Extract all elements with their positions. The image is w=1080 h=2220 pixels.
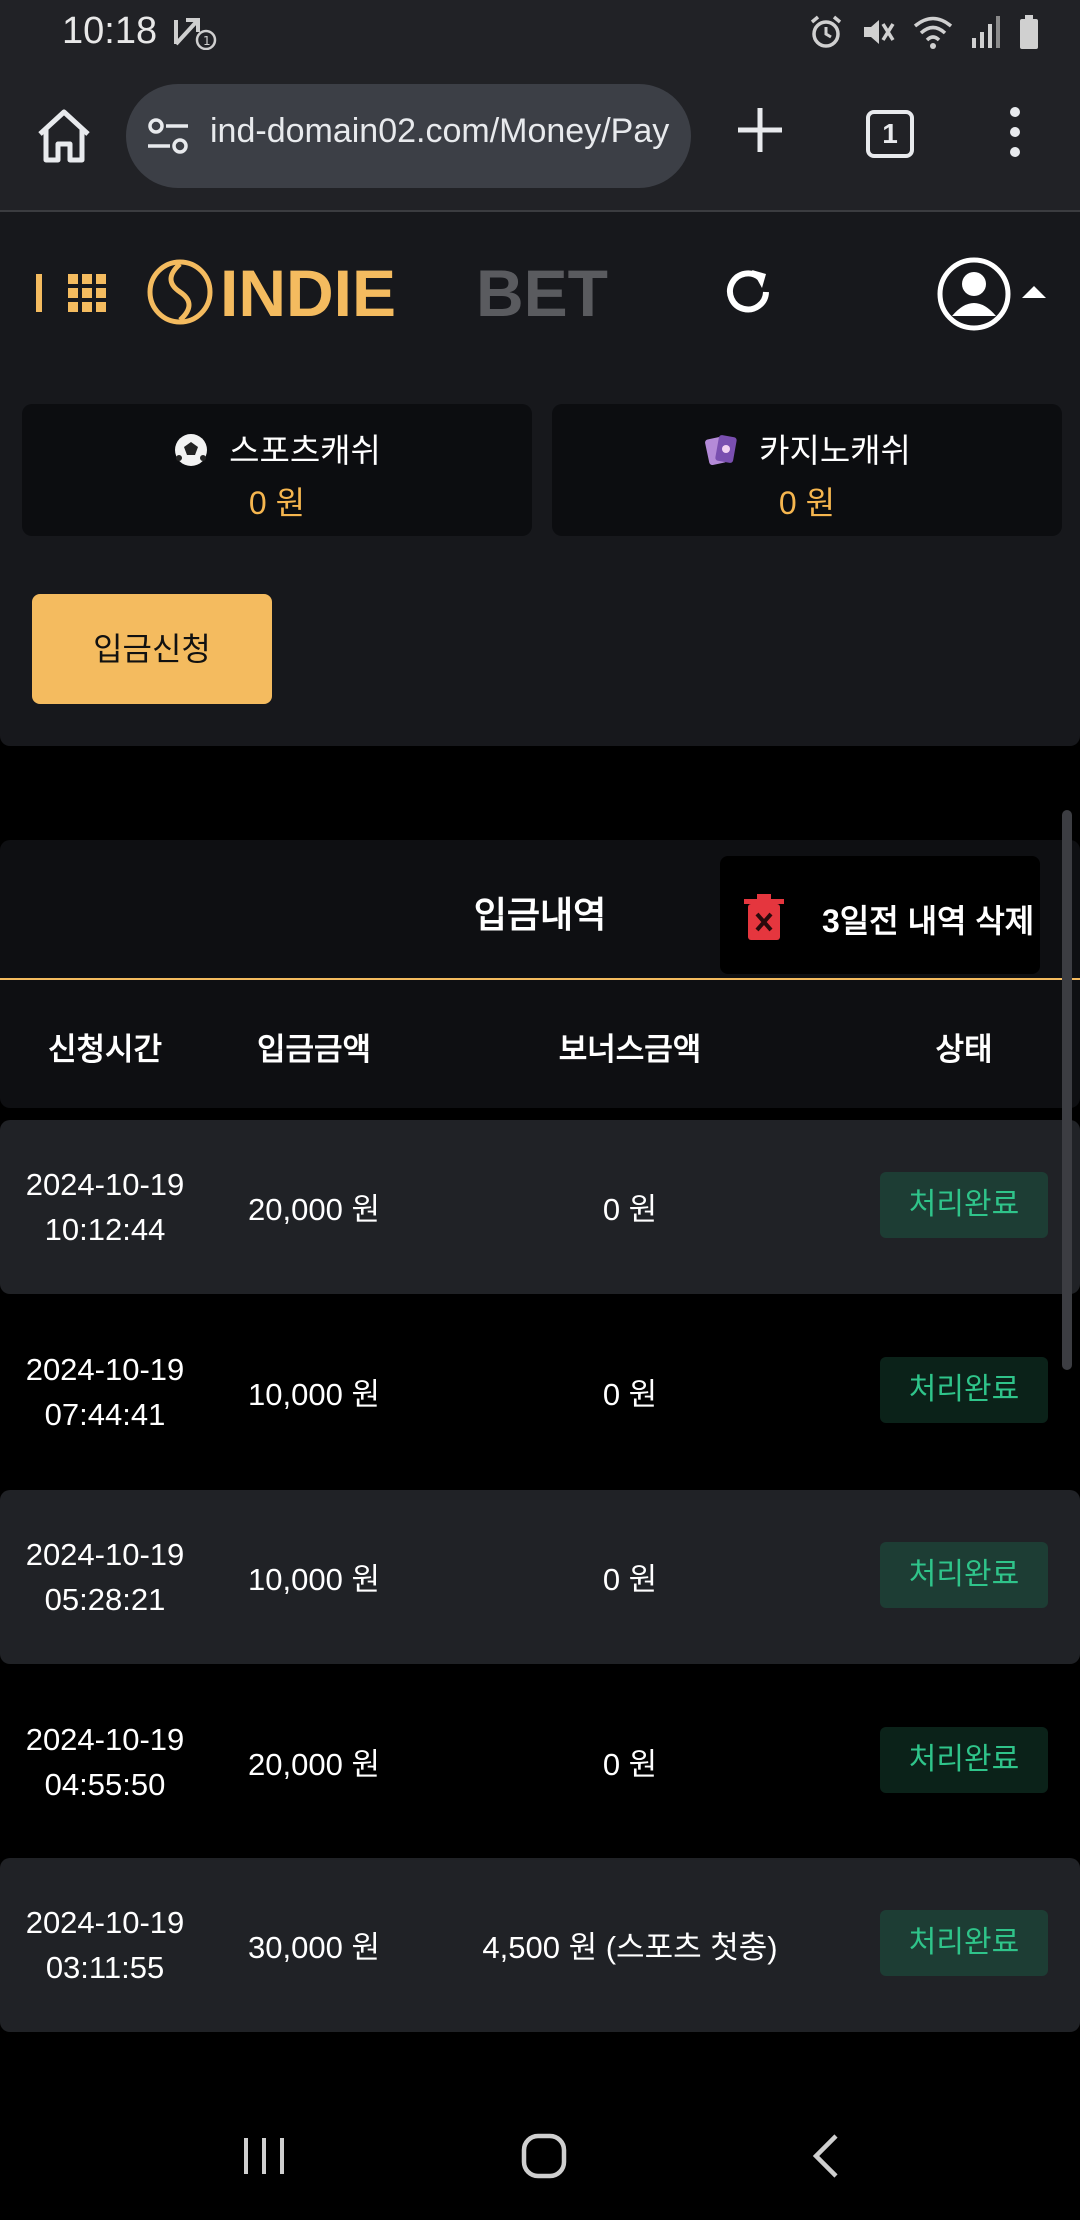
status-badge: 처리완료: [880, 1727, 1048, 1793]
status-badge: 처리완료: [880, 1357, 1048, 1423]
mute-icon: [864, 20, 895, 44]
row-deposit-amount: 30,000 원: [248, 1930, 380, 1965]
row-bonus-amount: 0 원: [602, 1377, 658, 1412]
row-date: 2024-10-19: [25, 1352, 185, 1387]
row-deposit-amount: 10,000 원: [248, 1562, 380, 1597]
row-time: 07:44:41: [44, 1397, 166, 1432]
site-settings-icon[interactable]: [146, 116, 190, 156]
status-icons: [808, 12, 1040, 52]
trash-icon: [744, 894, 784, 940]
row-deposit-amount: 20,000 원: [248, 1747, 380, 1782]
logo-text-bet: BET: [476, 256, 608, 328]
row-date: 2024-10-19: [25, 1167, 185, 1202]
new-tab-icon[interactable]: [734, 104, 786, 156]
row-bonus-amount: 0 원: [602, 1747, 658, 1782]
column-bonus-amount: 보너스금액: [558, 1032, 702, 1067]
table-row: 2024-10-19 03:11:55 30,000 원 4,500 원 (스포츠…: [0, 1858, 1080, 2032]
delete-old-history-button[interactable]: 3일전 내역 삭제: [720, 856, 1040, 974]
tab-switcher-button[interactable]: 1: [866, 110, 914, 158]
table-row: 2024-10-19 07:44:41 10,000 원 0 원 처리완료: [0, 1305, 1080, 1479]
row-bonus-amount: 0 원: [602, 1562, 658, 1597]
casino-cash-label: 카지노캐쉬: [759, 432, 911, 469]
history-column-headers: 신청시간 입금금액 보너스금액 상태: [0, 980, 1080, 1108]
deposit-request-button[interactable]: 입금신청: [32, 594, 272, 704]
url-text: ind-domain02.com/Money/Pay: [210, 112, 670, 150]
alarm-icon: [810, 15, 842, 48]
playing-cards-icon: [705, 435, 737, 466]
column-deposit-amount: 입금금액: [256, 1032, 372, 1067]
browser-toolbar: ind-domain02.com/Money/Pay 1: [0, 64, 1080, 212]
status-time: 10:18: [62, 10, 158, 52]
table-row: 2024-10-19 04:55:50 20,000 원 0 원 처리완료: [0, 1675, 1080, 1849]
recent-apps-icon[interactable]: [240, 2134, 288, 2178]
status-bar: 10:18 1: [0, 0, 1080, 64]
row-date: 2024-10-19: [25, 1722, 185, 1757]
table-row: 2024-10-19 05:28:21 10,000 원 0 원 처리완료: [0, 1490, 1080, 1664]
row-date: 2024-10-19: [25, 1537, 185, 1572]
nav-home-icon[interactable]: [520, 2132, 568, 2180]
battery-icon: [1020, 15, 1038, 49]
delete-old-history-label: 3일전 내역 삭제: [822, 903, 1035, 939]
sports-cash-amount: 0 원: [248, 485, 306, 521]
refresh-icon[interactable]: [722, 266, 774, 318]
casino-cash-amount: 0 원: [778, 485, 836, 521]
row-time: 05:28:21: [44, 1582, 166, 1617]
site-logo[interactable]: INDIE BET: [146, 256, 666, 330]
row-deposit-amount: 20,000 원: [248, 1192, 380, 1227]
status-badge: 처리완료: [880, 1910, 1048, 1976]
row-date: 2024-10-19: [25, 1905, 185, 1940]
deposit-panel: 입금신청: [0, 570, 1080, 746]
column-status: 상태: [935, 1032, 993, 1067]
home-icon[interactable]: [32, 104, 96, 168]
profile-avatar-icon[interactable]: [936, 256, 1048, 332]
status-badge: 처리완료: [880, 1172, 1048, 1238]
site-header: INDIE BET 스포츠캐쉬 0 원 카지노캐쉬 0 원: [0, 212, 1080, 570]
row-bonus-amount: 4,500 원 (스포츠 첫충): [482, 1930, 778, 1965]
back-icon[interactable]: [808, 2132, 844, 2180]
sports-cash-label: 스포츠캐쉬: [229, 432, 381, 469]
row-deposit-amount: 10,000 원: [248, 1377, 380, 1412]
row-time: 10:12:44: [44, 1212, 166, 1247]
row-time: 03:11:55: [45, 1950, 165, 1985]
row-bonus-amount: 0 원: [602, 1192, 658, 1227]
sports-cash-card: 스포츠캐쉬 0 원: [22, 404, 532, 536]
soccer-ball-icon: [175, 434, 208, 466]
system-nav-bar: [0, 2090, 1080, 2220]
signal-icon: [972, 16, 1000, 48]
casino-cash-card: 카지노캐쉬 0 원: [552, 404, 1062, 536]
page-scrollbar[interactable]: [1062, 810, 1072, 1370]
more-menu-icon[interactable]: [1000, 102, 1030, 162]
row-time: 04:55:50: [44, 1767, 166, 1802]
missed-call-icon: 1: [174, 18, 217, 50]
deposit-history-header: 입금내역 3일전 내역 삭제: [0, 840, 1080, 980]
svg-text:1: 1: [203, 34, 211, 48]
wifi-icon: [913, 16, 953, 49]
table-row: 2024-10-19 10:12:44 20,000 원 0 원 처리완료: [0, 1120, 1080, 1294]
status-badge: 처리완료: [880, 1542, 1048, 1608]
address-bar[interactable]: ind-domain02.com/Money/Pay: [126, 84, 691, 188]
logo-text-indie: INDIE: [220, 256, 396, 328]
menu-grid-icon[interactable]: [34, 268, 114, 318]
column-request-time: 신청시간: [47, 1032, 163, 1067]
